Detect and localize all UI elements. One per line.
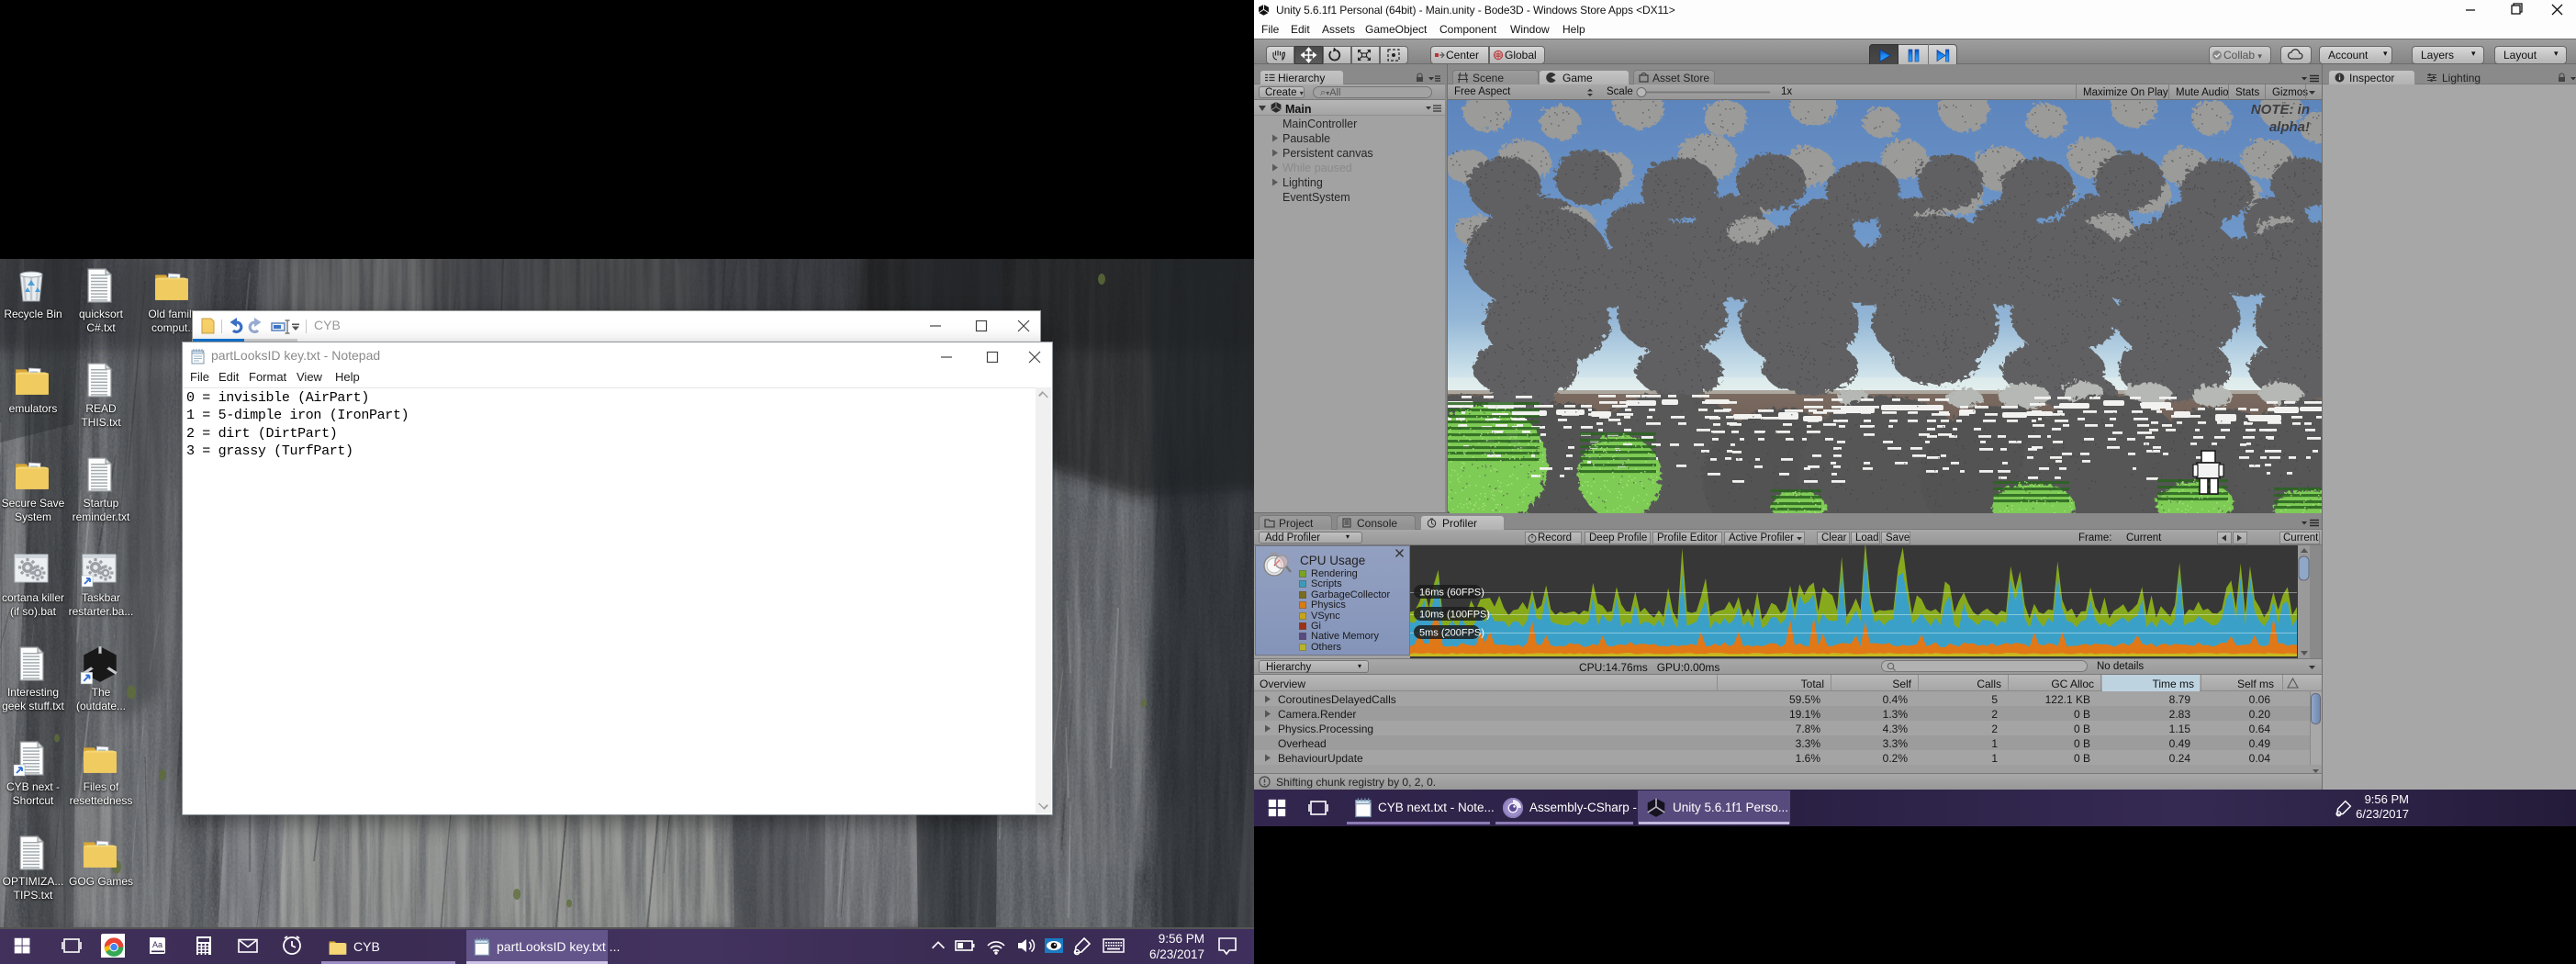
- svg-text:Aa: Aa: [152, 940, 162, 949]
- svg-text:5ms (200FPS): 5ms (200FPS): [1419, 628, 1484, 639]
- svg-text:10ms (100FPS): 10ms (100FPS): [1419, 610, 1490, 621]
- svg-text:16ms (60FPS): 16ms (60FPS): [1419, 588, 1484, 599]
